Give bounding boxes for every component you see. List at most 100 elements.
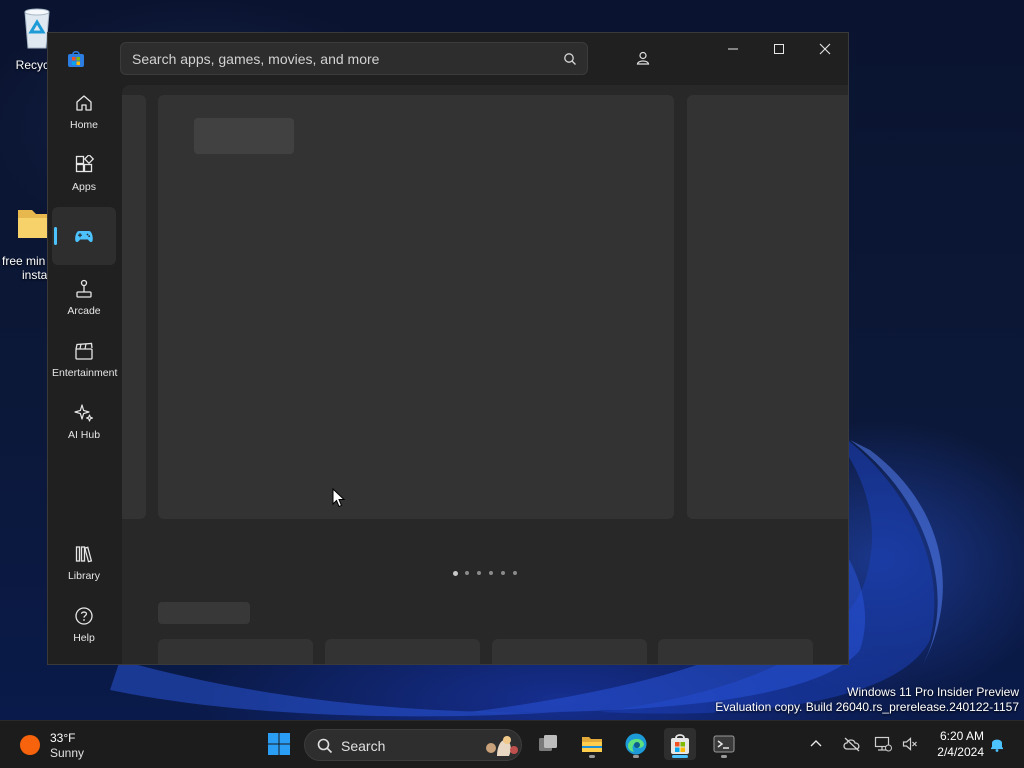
terminal-icon: [713, 735, 735, 753]
store-sidebar: Home Apps Arcade Entertainment AI Hub Li…: [48, 85, 122, 664]
desktop-icon-folder[interactable]: free min insta: [0, 206, 48, 282]
nav-label-help: Help: [73, 632, 95, 644]
nav-item-library[interactable]: Library: [52, 536, 116, 594]
close-icon: [819, 43, 831, 55]
nav-label-entertainment: Entertainment: [52, 367, 118, 379]
carousel-dot-3[interactable]: [477, 571, 481, 575]
carousel-dot-2[interactable]: [465, 571, 469, 575]
volume-muted-icon: [902, 737, 917, 751]
weather-temperature: 33°F: [50, 731, 76, 745]
notifications-button[interactable]: [986, 728, 1008, 760]
joystick-icon: [76, 279, 92, 298]
watermark-line1: Windows 11 Pro Insider Preview: [847, 685, 1019, 699]
network-tray-button[interactable]: [870, 728, 896, 760]
tile-placeholder-3[interactable]: [492, 639, 647, 664]
taskbar: 33°F Sunny Search 6:20 AM 2/4/2024: [0, 720, 1024, 768]
clock-time: 6:20 AM: [939, 729, 984, 743]
carousel-dot-4[interactable]: [489, 571, 493, 575]
edge-button[interactable]: [620, 728, 652, 760]
help-icon: [75, 607, 93, 625]
section-title-placeholder: [158, 602, 250, 624]
nav-label-library: Library: [67, 570, 101, 582]
store-bag-icon: [671, 734, 689, 754]
start-button[interactable]: [263, 728, 295, 760]
minimize-icon: [728, 48, 738, 50]
library-icon: [75, 546, 93, 563]
hero-title-placeholder: [194, 118, 294, 154]
running-indicator: [589, 755, 595, 758]
nav-item-apps[interactable]: Apps: [52, 147, 116, 205]
sparkle-icon: [74, 404, 94, 422]
apps-icon: [75, 155, 94, 173]
clapperboard-icon: [75, 342, 93, 360]
search-icon[interactable]: [563, 52, 577, 66]
file-explorer-button[interactable]: [576, 728, 608, 760]
carousel-dot-5[interactable]: [501, 571, 505, 575]
clock-date: 2/4/2024: [937, 745, 984, 759]
folder-icon: [18, 210, 48, 238]
minimize-button[interactable]: [710, 33, 756, 65]
title-bar[interactable]: Search apps, games, movies, and more: [48, 33, 848, 85]
nav-label-arcade: Arcade: [67, 305, 101, 317]
task-view-button[interactable]: [532, 728, 564, 760]
nav-item-ai-hub[interactable]: AI Hub: [52, 395, 116, 453]
hero-card-next[interactable]: [687, 95, 848, 519]
chevron-up-icon: [810, 740, 822, 747]
system-clock[interactable]: 6:20 AM 2/4/2024: [928, 728, 984, 760]
nav-item-gaming[interactable]: [52, 207, 116, 265]
game-controller-icon: [75, 231, 93, 243]
running-indicator-active: [672, 755, 688, 758]
mouse-cursor-icon: [332, 488, 346, 508]
onedrive-tray-button[interactable]: [838, 728, 866, 760]
person-icon: [636, 51, 650, 65]
task-view-icon: [539, 735, 557, 751]
watermark-line2: Evaluation copy. Build 26040.rs_prerelea…: [715, 700, 1019, 714]
tile-placeholder-1[interactable]: [158, 639, 313, 664]
bell-icon: [991, 739, 1003, 752]
nav-item-arcade[interactable]: Arcade: [52, 271, 116, 329]
store-logo-icon: [68, 51, 84, 67]
search-icon: [317, 738, 333, 754]
folder-label-line1: free min: [2, 254, 46, 268]
nav-label-home: Home: [69, 119, 98, 131]
hero-card-prev[interactable]: [122, 95, 146, 519]
active-indicator: [54, 227, 57, 245]
nav-item-help[interactable]: Help: [52, 598, 116, 656]
store-content-loading: [122, 85, 848, 664]
search-placeholder: Search apps, games, movies, and more: [132, 51, 380, 67]
hero-card-main[interactable]: [158, 95, 674, 519]
windows-watermark: Windows 11 Pro Insider Preview Evaluatio…: [715, 685, 1019, 715]
tile-placeholder-2[interactable]: [325, 639, 480, 664]
folder-icon: [582, 737, 602, 752]
maximize-icon: [774, 44, 784, 54]
weather-condition: Sunny: [50, 746, 85, 760]
terminal-button[interactable]: [708, 728, 740, 760]
nav-item-home[interactable]: Home: [52, 85, 116, 143]
nav-label-ai-hub: AI Hub: [67, 429, 101, 441]
tile-placeholder-4[interactable]: [658, 639, 813, 664]
edge-browser-icon: [625, 733, 647, 755]
taskbar-search-label: Search: [341, 738, 386, 754]
store-taskbar-button[interactable]: [664, 728, 696, 760]
store-search-box[interactable]: Search apps, games, movies, and more: [120, 42, 588, 75]
running-indicator: [721, 755, 727, 758]
taskbar-search[interactable]: Search: [304, 729, 522, 761]
windows-logo-icon: [268, 733, 290, 755]
nav-item-entertainment[interactable]: Entertainment: [52, 333, 118, 391]
close-button[interactable]: [802, 33, 848, 65]
volume-tray-button[interactable]: [898, 728, 922, 760]
nav-label-apps: Apps: [72, 181, 96, 193]
search-highlight-icon: [486, 736, 518, 756]
show-hidden-icons-button[interactable]: [804, 728, 828, 760]
running-indicator: [633, 755, 639, 758]
profile-button[interactable]: [627, 42, 659, 74]
folder-label-line2: insta: [22, 268, 48, 282]
network-disconnected-icon: [874, 736, 892, 752]
cloud-offline-icon: [843, 737, 860, 752]
store-window: Search apps, games, movies, and more Hom…: [47, 32, 849, 665]
carousel-dot-1[interactable]: [453, 570, 458, 576]
maximize-button[interactable]: [756, 33, 802, 65]
carousel-dot-6[interactable]: [513, 571, 517, 575]
home-icon: [76, 95, 92, 111]
sunny-weather-icon: [20, 735, 40, 755]
